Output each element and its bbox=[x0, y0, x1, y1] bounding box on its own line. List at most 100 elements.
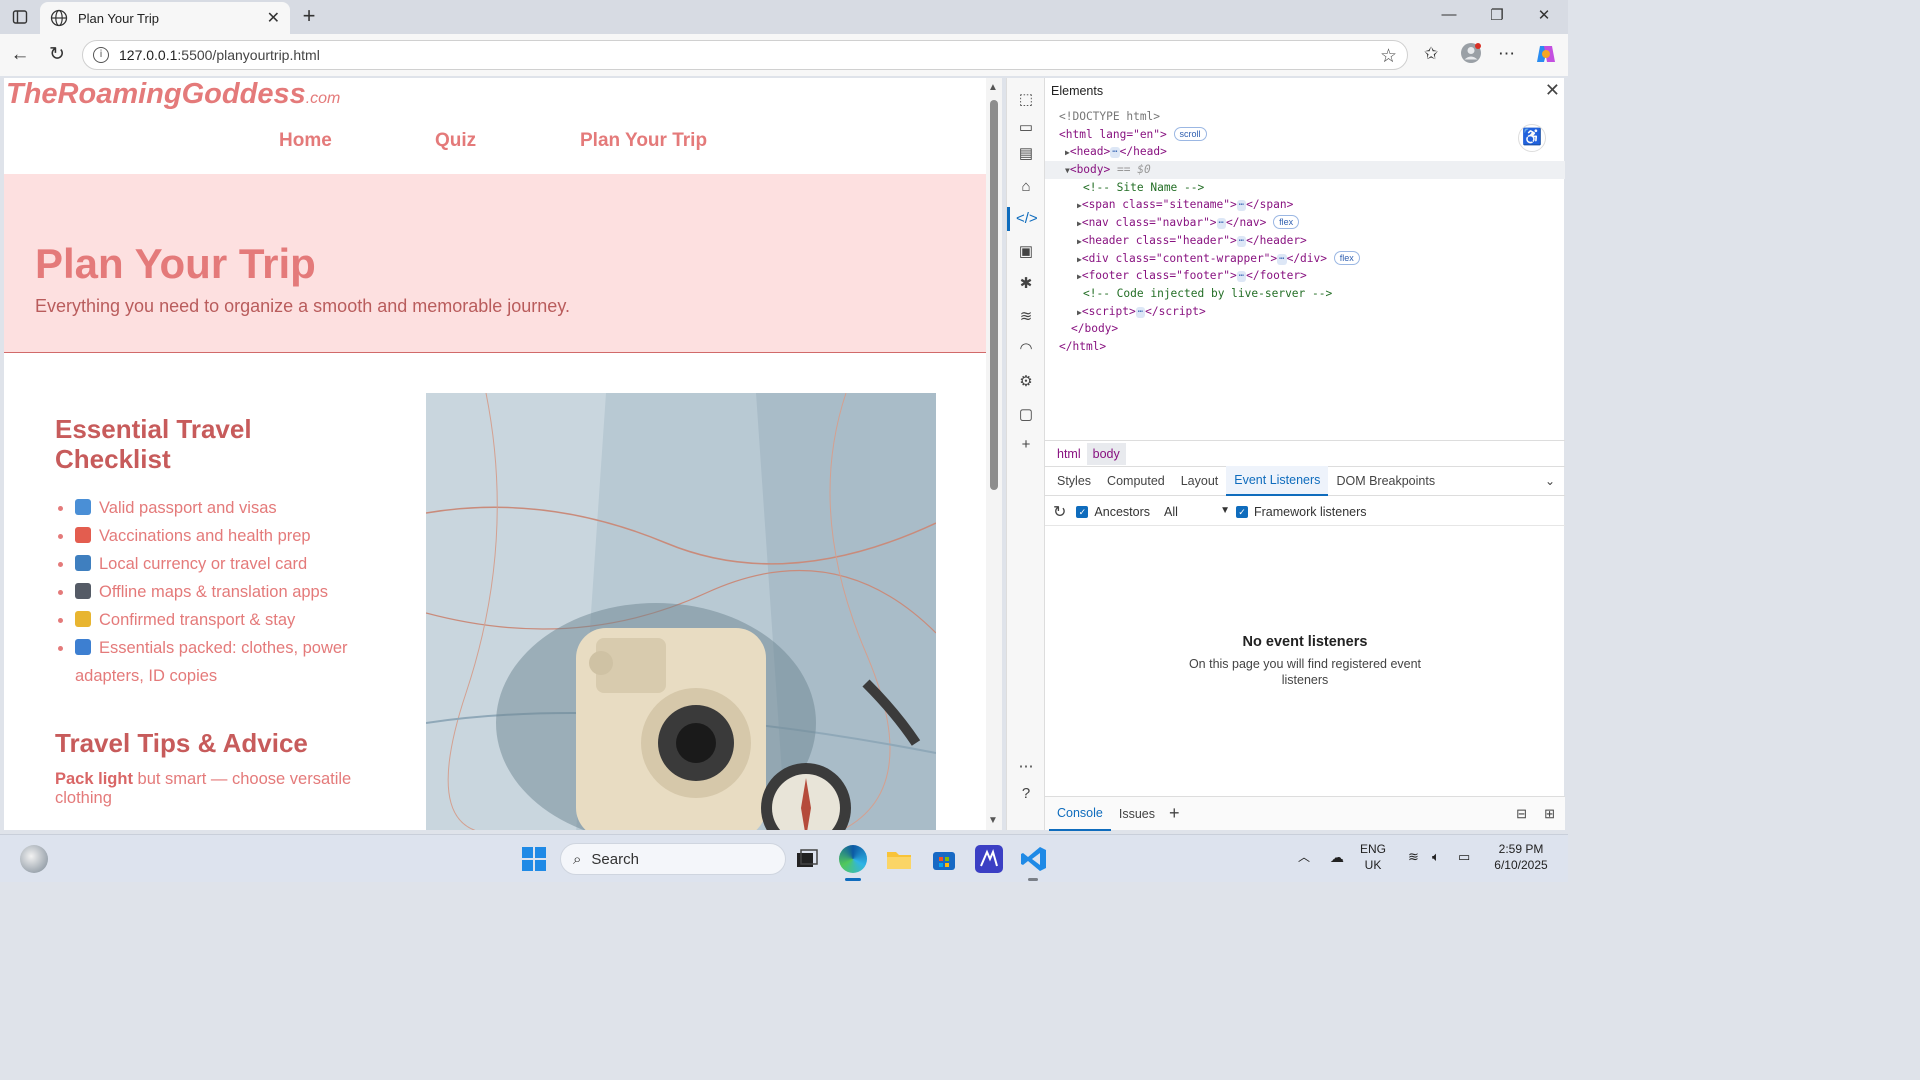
minimize-icon[interactable]: — bbox=[1434, 6, 1464, 23]
sources-bug-icon[interactable]: ✱ bbox=[1016, 274, 1036, 294]
dom-line-selected[interactable]: ▼<body> == $0 bbox=[1045, 161, 1565, 179]
scroll-up-icon[interactable]: ▲ bbox=[988, 82, 998, 93]
tab-dom-breakpoints[interactable]: DOM Breakpoints bbox=[1328, 467, 1443, 495]
site-name[interactable]: TheRoamingGoddess.com bbox=[6, 78, 340, 111]
start-icon[interactable] bbox=[520, 845, 548, 873]
framework-checkbox[interactable]: ✓ bbox=[1236, 505, 1248, 518]
tab-actions-button[interactable] bbox=[8, 6, 32, 28]
task-view-icon[interactable] bbox=[793, 845, 821, 873]
more-menu-icon[interactable]: ⋯ bbox=[1498, 44, 1515, 64]
breadcrumb-body[interactable]: body bbox=[1086, 442, 1126, 465]
tab-styles[interactable]: Styles bbox=[1049, 467, 1099, 495]
back-button[interactable]: ← bbox=[8, 43, 32, 67]
phone-icon bbox=[75, 583, 91, 599]
show-hidden-icons[interactable]: ︿ bbox=[1298, 849, 1310, 865]
chevron-down-icon[interactable]: ⌄ bbox=[1545, 474, 1555, 488]
file-explorer-icon[interactable] bbox=[885, 845, 913, 873]
add-drawer-tab-icon[interactable]: + bbox=[1169, 803, 1180, 824]
dom-line[interactable]: <!DOCTYPE html> bbox=[1045, 108, 1565, 126]
dock-icon[interactable]: ⊟ bbox=[1516, 806, 1527, 822]
dom-line[interactable]: ▶<nav class="navbar"> ⋯ </nav> flex bbox=[1045, 214, 1565, 232]
tab-strip: Plan Your Trip ✕ + — ❐ ✕ bbox=[0, 0, 1568, 34]
wifi-icon[interactable]: ≋ bbox=[1408, 849, 1419, 865]
tab-layout[interactable]: Layout bbox=[1173, 467, 1227, 495]
close-devtools-icon[interactable]: ✕ bbox=[1545, 80, 1560, 101]
profile-avatar[interactable] bbox=[1460, 42, 1482, 69]
dom-line[interactable]: ▶<head> ⋯ </head> bbox=[1045, 143, 1565, 161]
empty-state: No event listeners On this page you will… bbox=[1045, 634, 1565, 688]
edge-icon[interactable] bbox=[839, 845, 867, 873]
vscode-icon[interactable] bbox=[1020, 845, 1048, 873]
globe-icon bbox=[50, 9, 68, 27]
browser-tab[interactable]: Plan Your Trip ✕ bbox=[40, 2, 290, 34]
tab-issues[interactable]: Issues bbox=[1111, 798, 1163, 830]
page-scrollbar[interactable]: ▲ ▼ bbox=[986, 78, 1002, 830]
nav-plan-trip-link[interactable]: Plan Your Trip bbox=[580, 130, 707, 152]
home-icon[interactable]: ⌂ bbox=[1016, 177, 1036, 197]
tab-event-listeners[interactable]: Event Listeners bbox=[1226, 466, 1329, 496]
checklist-item-text: Essentials packed: clothes, power adapte… bbox=[75, 639, 348, 685]
dom-line[interactable]: ▶<span class="sitename"> ⋯ </span> bbox=[1045, 196, 1565, 214]
hero-header: Plan Your Trip Everything you need to or… bbox=[4, 174, 986, 353]
more-tools-icon[interactable]: + bbox=[1016, 435, 1036, 455]
dom-line[interactable]: </body> bbox=[1045, 320, 1565, 338]
app-icon[interactable] bbox=[975, 845, 1003, 873]
address-bar[interactable]: i 127.0.0.1:5500/planyourtrip.html ☆ bbox=[82, 40, 1408, 70]
scroll-thumb[interactable] bbox=[990, 100, 998, 490]
dom-line[interactable]: ▶<header class="header"> ⋯ </header> bbox=[1045, 232, 1565, 250]
language-indicator[interactable]: ENG UK bbox=[1360, 841, 1386, 873]
site-navbar: Home Quiz Plan Your Trip bbox=[4, 130, 986, 160]
tab-console[interactable]: Console bbox=[1049, 797, 1111, 831]
memory-icon[interactable]: ⚙ bbox=[1016, 372, 1036, 392]
clock[interactable]: 2:59 PM 6/10/2025 bbox=[1488, 841, 1554, 873]
inspect-icon[interactable]: ⬚ bbox=[1016, 90, 1036, 110]
dom-line[interactable]: ▶<script> ⋯ </script> bbox=[1045, 303, 1565, 321]
device-emulation-icon[interactable]: ▭ bbox=[1016, 118, 1036, 138]
refresh-button[interactable]: ↻ bbox=[45, 43, 69, 67]
ancestors-checkbox[interactable]: ✓ bbox=[1076, 505, 1089, 518]
filter-select[interactable]: All ▼ bbox=[1164, 505, 1230, 519]
help-icon[interactable]: ? bbox=[1016, 784, 1036, 804]
volume-icon[interactable]: 🔈︎ bbox=[1432, 849, 1440, 865]
network-icon[interactable]: ≋ bbox=[1016, 307, 1036, 327]
checklist-item: Local currency or travel card bbox=[55, 550, 355, 578]
copilot-icon[interactable] bbox=[1534, 42, 1558, 71]
battery-icon[interactable]: ▭ bbox=[1458, 849, 1470, 865]
favorite-star-icon[interactable]: ☆ bbox=[1380, 45, 1397, 68]
new-tab-button[interactable]: + bbox=[298, 4, 320, 28]
checklist-item-text: Confirmed transport & stay bbox=[99, 611, 296, 629]
refresh-listeners-icon[interactable]: ↻ bbox=[1053, 502, 1066, 522]
dom-line[interactable]: <html lang="en"> scroll bbox=[1045, 126, 1565, 144]
dom-line[interactable]: <!-- Code injected by live-server --> bbox=[1045, 285, 1565, 303]
performance-icon[interactable]: ◠ bbox=[1016, 339, 1036, 359]
dom-line[interactable]: ▶<footer class="footer"> ⋯ </footer> bbox=[1045, 267, 1565, 285]
taskbar-search[interactable]: ⌕ Search bbox=[560, 843, 786, 875]
page-viewport: TheRoamingGoddess.com Home Quiz Plan You… bbox=[4, 78, 986, 830]
onedrive-icon[interactable]: ☁ bbox=[1330, 849, 1344, 865]
active-tool-indicator bbox=[1007, 207, 1010, 231]
restore-icon[interactable]: ❐ bbox=[1482, 6, 1512, 24]
breadcrumb-html[interactable]: html bbox=[1051, 443, 1087, 465]
vscode-running-indicator bbox=[1028, 878, 1038, 881]
expand-drawer-icon[interactable]: ⊞ bbox=[1544, 806, 1555, 822]
dom-line[interactable]: ▶<div class="content-wrapper"> ⋯ </div> fl… bbox=[1045, 250, 1565, 268]
nav-home-link[interactable]: Home bbox=[279, 130, 332, 152]
travel-photo bbox=[426, 393, 936, 830]
application-icon[interactable]: ▢ bbox=[1016, 405, 1036, 425]
site-info-icon[interactable]: i bbox=[93, 47, 109, 63]
activity-more-icon[interactable]: ⋯ bbox=[1016, 757, 1036, 777]
nav-quiz-link[interactable]: Quiz bbox=[435, 130, 476, 152]
tab-computed[interactable]: Computed bbox=[1099, 467, 1173, 495]
favorites-icon[interactable]: ✩ bbox=[1424, 44, 1438, 64]
elements-icon[interactable]: </> bbox=[1016, 209, 1038, 229]
weather-widget-icon[interactable] bbox=[20, 845, 48, 873]
store-icon[interactable] bbox=[930, 845, 958, 873]
welcome-icon[interactable]: ▤ bbox=[1016, 144, 1036, 164]
scroll-down-icon[interactable]: ▼ bbox=[988, 815, 998, 826]
close-window-icon[interactable]: ✕ bbox=[1529, 6, 1559, 24]
checklist-item-text: Valid passport and visas bbox=[99, 499, 277, 517]
close-tab-icon[interactable]: ✕ bbox=[267, 8, 280, 28]
console-icon[interactable]: ▣ bbox=[1016, 242, 1036, 262]
dom-line[interactable]: </html> bbox=[1045, 338, 1565, 356]
dom-line[interactable]: <!-- Site Name --> bbox=[1045, 179, 1565, 197]
